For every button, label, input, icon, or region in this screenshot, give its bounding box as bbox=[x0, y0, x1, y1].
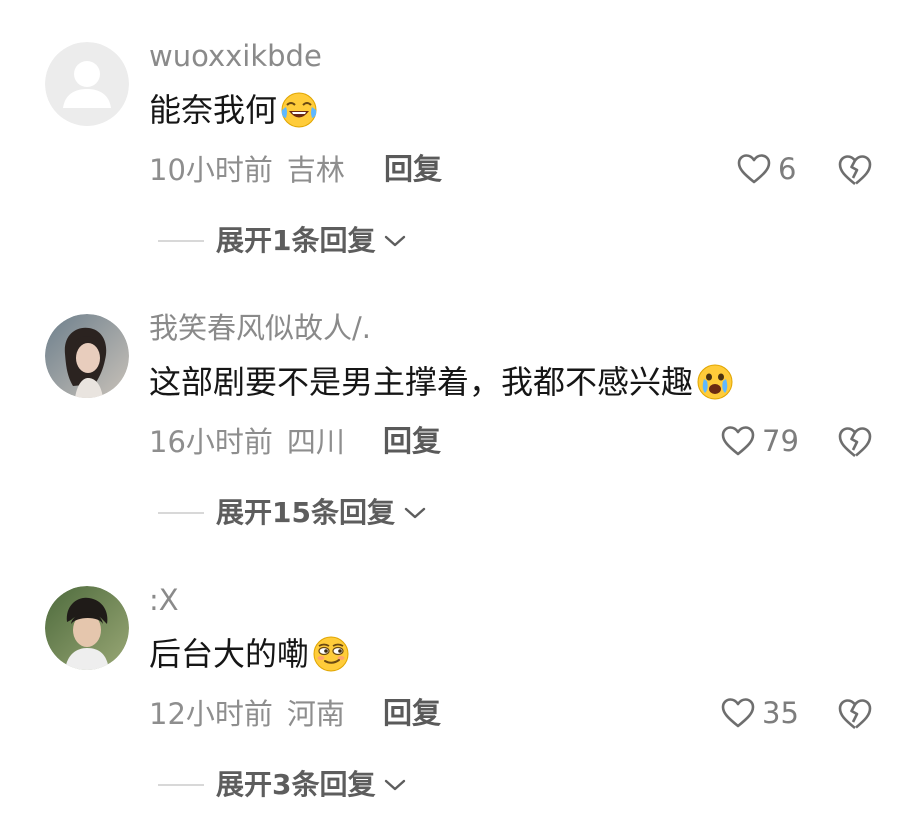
user-photo-icon bbox=[45, 314, 129, 398]
dislike-button[interactable] bbox=[836, 696, 874, 732]
username[interactable]: wuoxxikbde bbox=[149, 38, 322, 74]
comment-body: 这部剧要不是男主撑着，我都不感兴趣 bbox=[149, 360, 735, 404]
chevron-down-icon bbox=[383, 777, 407, 793]
expand-replies[interactable]: 展开3条回复 bbox=[158, 766, 407, 804]
reply-button[interactable]: 回复 bbox=[384, 151, 442, 187]
like-count: 35 bbox=[762, 696, 799, 730]
dislike-button[interactable] bbox=[836, 152, 874, 188]
location: 吉林 bbox=[286, 153, 345, 187]
comment-meta: 16小时前 四川 bbox=[149, 424, 345, 460]
divider bbox=[158, 240, 204, 242]
username[interactable]: 我笑春风似故人/. bbox=[149, 310, 371, 346]
smirk-emoji bbox=[311, 634, 351, 674]
comment-body: 能奈我何 bbox=[149, 88, 319, 132]
divider bbox=[158, 512, 204, 514]
reply-button[interactable]: 回复 bbox=[383, 423, 441, 459]
heart-icon bbox=[721, 698, 755, 728]
expand-replies-label: 展开15条回复 bbox=[216, 496, 395, 529]
default-avatar-icon bbox=[45, 42, 129, 126]
expand-replies-label: 展开1条回复 bbox=[216, 224, 376, 257]
timestamp: 16小时前 bbox=[149, 425, 273, 459]
expand-replies[interactable]: 展开1条回复 bbox=[158, 222, 407, 260]
reply-button[interactable]: 回复 bbox=[383, 695, 441, 731]
divider bbox=[158, 784, 204, 786]
user-photo-icon bbox=[45, 586, 129, 670]
like-button[interactable]: 79 bbox=[720, 422, 799, 460]
like-count: 6 bbox=[778, 152, 797, 186]
expand-replies-label: 展开3条回复 bbox=[216, 768, 376, 801]
crying-laughing-emoji bbox=[695, 362, 735, 402]
broken-heart-icon bbox=[838, 155, 872, 186]
timestamp: 10小时前 bbox=[149, 153, 273, 187]
comment-item: :X 后台大的嘞 12小时前 河南 回复 35 展开3条回复 bbox=[0, 544, 922, 814]
like-button[interactable]: 6 bbox=[736, 150, 796, 188]
dislike-button[interactable] bbox=[836, 424, 874, 460]
chevron-down-icon bbox=[403, 505, 427, 521]
expand-replies[interactable]: 展开15条回复 bbox=[158, 494, 427, 532]
heart-icon bbox=[737, 154, 771, 184]
comment-text: 能奈我何 bbox=[149, 91, 278, 129]
location: 河南 bbox=[286, 697, 345, 731]
like-count: 79 bbox=[762, 424, 799, 458]
broken-heart-icon bbox=[838, 699, 872, 730]
comment-item: 我笑春风似故人/. 这部剧要不是男主撑着，我都不感兴趣 16小时前 四川 回复 7… bbox=[0, 272, 922, 542]
avatar[interactable] bbox=[45, 42, 129, 126]
heart-icon bbox=[721, 426, 755, 456]
chevron-down-icon bbox=[383, 233, 407, 249]
comment-meta: 10小时前 吉林 bbox=[149, 152, 345, 188]
comment-item: wuoxxikbde 能奈我何 10小时前 吉林 回复 6 展开1条回复 bbox=[0, 0, 922, 270]
timestamp: 12小时前 bbox=[149, 697, 273, 731]
username[interactable]: :X bbox=[149, 582, 179, 618]
avatar[interactable] bbox=[45, 586, 129, 670]
avatar[interactable] bbox=[45, 314, 129, 398]
comment-text: 这部剧要不是男主撑着，我都不感兴趣 bbox=[149, 363, 694, 401]
location: 四川 bbox=[286, 425, 345, 459]
comment-body: 后台大的嘞 bbox=[149, 632, 351, 676]
comment-text: 后台大的嘞 bbox=[149, 635, 310, 673]
like-button[interactable]: 35 bbox=[720, 694, 799, 732]
broken-heart-icon bbox=[838, 427, 872, 458]
comment-meta: 12小时前 河南 bbox=[149, 696, 345, 732]
tears-of-joy-emoji bbox=[279, 90, 319, 130]
